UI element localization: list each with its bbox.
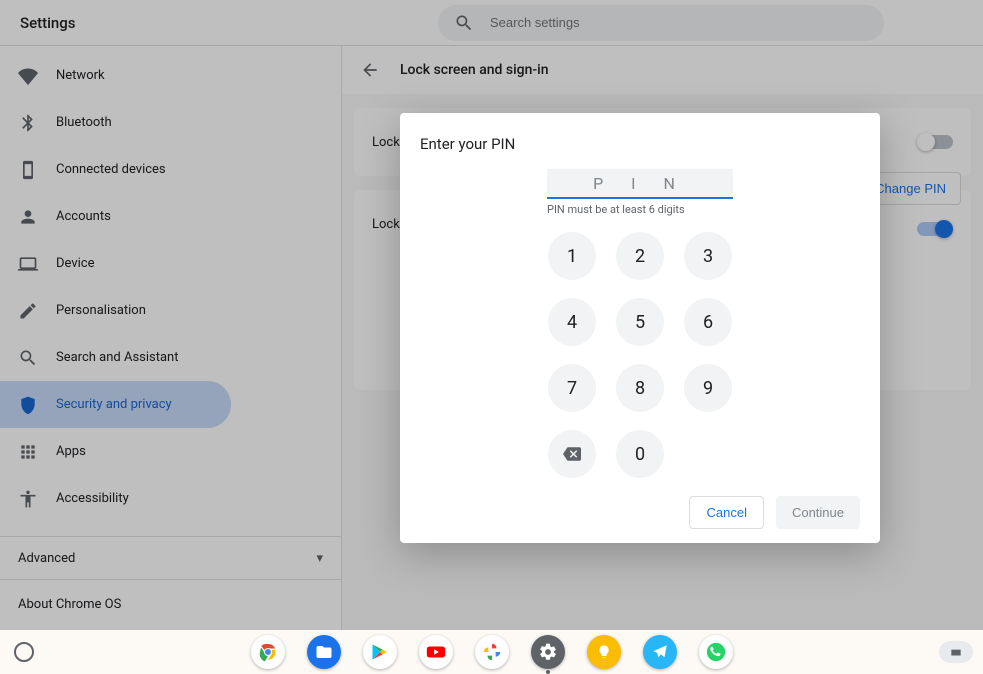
shelf [0,630,983,674]
tray-icon [949,645,963,659]
pin-input[interactable]: P I N [547,169,733,199]
cancel-button[interactable]: Cancel [689,496,763,529]
dialog-actions: Cancel Continue [420,496,860,529]
key-0[interactable]: 0 [616,430,664,478]
shelf-keep-icon[interactable] [587,635,621,669]
key-9[interactable]: 9 [684,364,732,412]
continue-button[interactable]: Continue [776,496,860,529]
dialog-title: Enter your PIN [420,135,860,153]
key-backspace[interactable] [548,430,596,478]
photos-icon [481,641,503,663]
launcher-button[interactable] [14,642,34,662]
play-icon [370,642,390,662]
key-7[interactable]: 7 [548,364,596,412]
pin-hint: PIN must be at least 6 digits [547,203,767,216]
shelf-chrome-icon[interactable] [251,635,285,669]
shelf-telegram-icon[interactable] [643,635,677,669]
shelf-play-store-icon[interactable] [363,635,397,669]
gear-icon [538,642,558,662]
shelf-youtube-icon[interactable] [419,635,453,669]
system-tray[interactable] [939,641,973,663]
youtube-icon [425,641,447,663]
key-5[interactable]: 5 [616,298,664,346]
pin-keypad: 1 2 3 4 5 6 7 8 9 0 [420,232,860,478]
key-3[interactable]: 3 [684,232,732,280]
telegram-icon [651,643,669,661]
shelf-whatsapp-icon[interactable] [699,635,733,669]
key-2[interactable]: 2 [616,232,664,280]
shelf-settings-icon[interactable] [531,635,565,669]
lightbulb-icon [596,644,612,660]
key-6[interactable]: 6 [684,298,732,346]
whatsapp-icon [705,641,727,663]
backspace-icon [563,445,581,463]
shelf-photos-icon[interactable] [475,635,509,669]
key-4[interactable]: 4 [548,298,596,346]
key-8[interactable]: 8 [616,364,664,412]
folder-icon [315,643,333,661]
pin-dialog: Enter your PIN P I N PIN must be at leas… [400,113,880,543]
shelf-files-icon[interactable] [307,635,341,669]
key-1[interactable]: 1 [548,232,596,280]
chrome-icon [256,640,280,664]
